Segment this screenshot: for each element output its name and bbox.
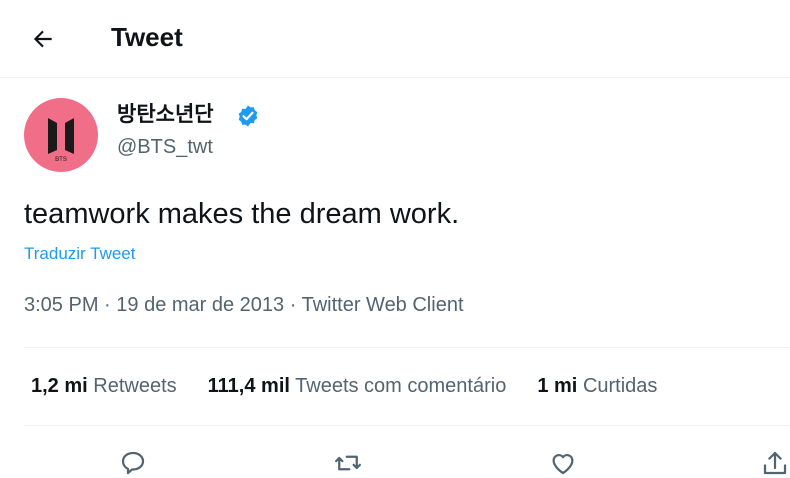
meta-separator: · [98,294,117,316]
translate-tweet-link[interactable]: Traduzir Tweet [24,244,136,264]
stat-count: 1 mi [537,375,578,397]
divider [24,347,790,348]
stat-count: 111,4 mil [207,375,290,397]
tweet-date[interactable]: 19 de mar de 2013 [116,294,284,316]
tweet-text: teamwork makes the dream work. [24,198,460,230]
divider [24,425,790,426]
meta-separator: · [284,294,302,316]
page-title: Tweet [111,22,183,52]
author-name[interactable]: 방탄소년단 [117,98,214,128]
stat-retweets[interactable]: 1,2 mi Retweets [31,375,177,398]
bts-logo-icon: BTS [48,118,74,163]
avatar[interactable]: BTS [24,98,98,172]
tweet-time[interactable]: 3:05 PM [24,294,98,316]
verified-badge-icon [238,105,258,127]
stat-label: Retweets [93,375,177,397]
stat-quote-tweets[interactable]: 111,4 mil Tweets com comentário [208,375,507,398]
tweet-metadata: 3:05 PM · 19 de mar de 2013 · Twitter We… [24,294,464,317]
stat-label: Curtidas [582,375,658,397]
tweet-stats: 1,2 mi Retweets 111,4 mil Tweets com com… [31,375,688,398]
action-bar [0,440,790,475]
avatar-text: BTS [55,157,67,163]
stat-label: Tweets com comentário [295,375,507,397]
tweet-client[interactable]: Twitter Web Client [302,294,464,316]
author-handle[interactable]: @BTS_twt [117,136,213,159]
stat-likes[interactable]: 1 mi Curtidas [537,375,657,398]
arrow-left-icon[interactable] [30,26,56,52]
header: Tweet [0,0,790,78]
stat-count: 1,2 mi [31,375,88,397]
tweet-page: Tweet BTS 방탄소년단 @BTS_twt teamwork makes … [0,0,790,475]
